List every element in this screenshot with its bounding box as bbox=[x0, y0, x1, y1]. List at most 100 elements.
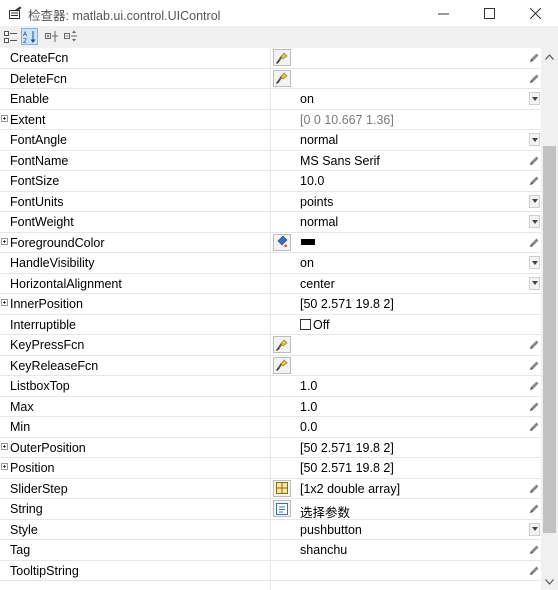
property-row-innerposition[interactable]: InnerPosition [50 2.571 19.8 2] bbox=[0, 294, 541, 315]
property-row-sliderstep[interactable]: SliderStep [1x2 double array] bbox=[0, 478, 541, 499]
close-button[interactable] bbox=[512, 0, 558, 26]
dropdown-arrow-icon[interactable] bbox=[529, 522, 540, 536]
pencil-icon[interactable] bbox=[528, 565, 540, 577]
scrollbar-thumb[interactable] bbox=[543, 146, 556, 533]
dropdown-arrow-icon[interactable] bbox=[529, 194, 540, 208]
property-value[interactable]: normal bbox=[300, 215, 338, 229]
property-name: String bbox=[10, 502, 43, 516]
property-value[interactable]: points bbox=[300, 195, 333, 209]
property-row-tag[interactable]: Tag shanchu bbox=[0, 540, 541, 561]
vertical-scrollbar[interactable] bbox=[541, 48, 558, 590]
property-row-keypressfcn[interactable]: KeyPressFcn bbox=[0, 335, 541, 356]
property-row-fontangle[interactable]: FontAngle normal bbox=[0, 130, 541, 151]
property-value[interactable]: pushbutton bbox=[300, 523, 362, 537]
property-name: OuterPosition bbox=[10, 440, 86, 455]
property-row-tooltipstring[interactable]: TooltipString bbox=[0, 560, 541, 581]
categorize-button[interactable] bbox=[2, 28, 19, 45]
expand-icon[interactable] bbox=[1, 114, 8, 122]
property-value[interactable] bbox=[300, 236, 315, 250]
property-value[interactable]: [0 0 10.667 1.36] bbox=[300, 113, 394, 127]
property-row-extent[interactable]: Extent [0 0 10.667 1.36] bbox=[0, 109, 541, 130]
pencil-icon[interactable] bbox=[528, 155, 540, 167]
property-row-style[interactable]: Style pushbutton bbox=[0, 519, 541, 540]
property-row-string[interactable]: String 选择参数 bbox=[0, 499, 541, 520]
property-row-fontsize[interactable]: FontSize 10.0 bbox=[0, 171, 541, 192]
property-value-text: MS Sans Serif bbox=[300, 153, 380, 168]
property-row-createfcn[interactable]: CreateFcn bbox=[0, 48, 541, 69]
dropdown-arrow-icon[interactable] bbox=[529, 133, 540, 146]
expand-icon[interactable] bbox=[1, 237, 8, 245]
property-row-position[interactable]: Position [50 2.571 19.8 2] bbox=[0, 458, 541, 479]
callback-editor-icon[interactable] bbox=[273, 49, 291, 66]
property-row-min[interactable]: Min 0.0 bbox=[0, 417, 541, 438]
pencil-icon[interactable] bbox=[528, 339, 540, 351]
expand-icon[interactable] bbox=[1, 299, 8, 306]
property-row-horizontalalignment[interactable]: HorizontalAlignment center bbox=[0, 273, 541, 294]
property-row-fontweight[interactable]: FontWeight normal bbox=[0, 212, 541, 233]
property-value-text: normal bbox=[300, 133, 339, 147]
property-row-outerposition[interactable]: OuterPosition [50 2.571 19.8 2] bbox=[0, 437, 541, 458]
property-value[interactable]: [50 2.571 19.8 2] bbox=[300, 441, 394, 455]
array-editor-icon[interactable] bbox=[273, 479, 291, 497]
property-value[interactable]: MS Sans Serif bbox=[300, 154, 380, 168]
property-value[interactable]: 1.0 bbox=[300, 400, 317, 414]
minimize-button[interactable] bbox=[420, 0, 466, 26]
property-value[interactable]: 1.0 bbox=[300, 379, 317, 393]
pencil-icon[interactable] bbox=[528, 421, 540, 433]
property-value-text: normal bbox=[300, 215, 339, 229]
property-row-deletefcn[interactable]: DeleteFcn bbox=[0, 68, 541, 89]
property-value[interactable]: 10.0 bbox=[300, 174, 324, 188]
property-row-max[interactable]: Max 1.0 bbox=[0, 396, 541, 417]
pencil-icon[interactable] bbox=[528, 483, 540, 495]
expand-icon[interactable] bbox=[1, 463, 8, 470]
pencil-icon[interactable] bbox=[528, 401, 540, 413]
pencil-icon[interactable] bbox=[528, 360, 540, 372]
sort-alphabetical-button[interactable]: A Z bbox=[21, 28, 38, 45]
color-picker-icon[interactable] bbox=[273, 233, 291, 251]
property-row-foregroundcolor[interactable]: ForegroundColor bbox=[0, 232, 541, 253]
dropdown-arrow-icon[interactable] bbox=[529, 276, 540, 290]
property-value[interactable]: [50 2.571 19.8 2] bbox=[300, 461, 394, 475]
property-value[interactable]: [1x2 double array] bbox=[300, 482, 400, 496]
dropdown-arrow-icon[interactable] bbox=[529, 256, 540, 269]
property-value[interactable]: center bbox=[300, 277, 335, 291]
callback-editor-icon[interactable] bbox=[273, 69, 291, 87]
property-value[interactable]: 选择参数 bbox=[300, 502, 350, 521]
property-value[interactable]: shanchu bbox=[300, 543, 347, 557]
expand-icon[interactable] bbox=[1, 442, 8, 450]
scroll-up-button[interactable] bbox=[541, 48, 558, 65]
property-value[interactable]: on bbox=[300, 92, 314, 106]
property-row-interruptible[interactable]: Interruptible Off bbox=[0, 314, 541, 335]
pencil-icon[interactable] bbox=[528, 544, 540, 556]
expand-all-button[interactable] bbox=[43, 28, 60, 45]
property-row-more[interactable] bbox=[0, 581, 541, 590]
property-row-fontunits[interactable]: FontUnits points bbox=[0, 191, 541, 212]
callback-editor-icon[interactable] bbox=[273, 356, 291, 374]
dropdown-arrow-icon[interactable] bbox=[529, 215, 540, 228]
dropdown-arrow-icon[interactable] bbox=[529, 92, 540, 105]
collapse-all-button[interactable] bbox=[62, 28, 79, 45]
pencil-icon[interactable] bbox=[528, 175, 540, 187]
property-row-enable[interactable]: Enable on bbox=[0, 89, 541, 110]
property-value[interactable]: on bbox=[300, 256, 314, 270]
maximize-button[interactable] bbox=[466, 0, 512, 26]
pencil-icon[interactable] bbox=[528, 52, 540, 64]
pencil-icon[interactable] bbox=[528, 380, 540, 392]
property-row-fontname[interactable]: FontName MS Sans Serif bbox=[0, 150, 541, 171]
property-value[interactable]: Off bbox=[300, 318, 329, 332]
string-editor-icon[interactable] bbox=[273, 500, 291, 517]
scroll-down-button[interactable] bbox=[541, 573, 558, 590]
callback-editor-icon[interactable] bbox=[273, 336, 291, 353]
property-row-handlevisibility[interactable]: HandleVisibility on bbox=[0, 253, 541, 274]
checkbox[interactable] bbox=[300, 318, 311, 330]
property-row-listboxtop[interactable]: ListboxTop 1.0 bbox=[0, 376, 541, 397]
pencil-icon[interactable] bbox=[528, 73, 540, 85]
property-row-keyreleasefcn[interactable]: KeyReleaseFcn bbox=[0, 355, 541, 376]
pencil-icon[interactable] bbox=[528, 503, 540, 515]
pencil-icon[interactable] bbox=[528, 237, 540, 249]
property-value-text: [50 2.571 19.8 2] bbox=[300, 461, 394, 475]
property-value[interactable]: 0.0 bbox=[300, 420, 317, 434]
property-value[interactable]: normal bbox=[300, 133, 338, 147]
property-value[interactable]: [50 2.571 19.8 2] bbox=[300, 297, 394, 311]
column-divider bbox=[270, 48, 271, 68]
